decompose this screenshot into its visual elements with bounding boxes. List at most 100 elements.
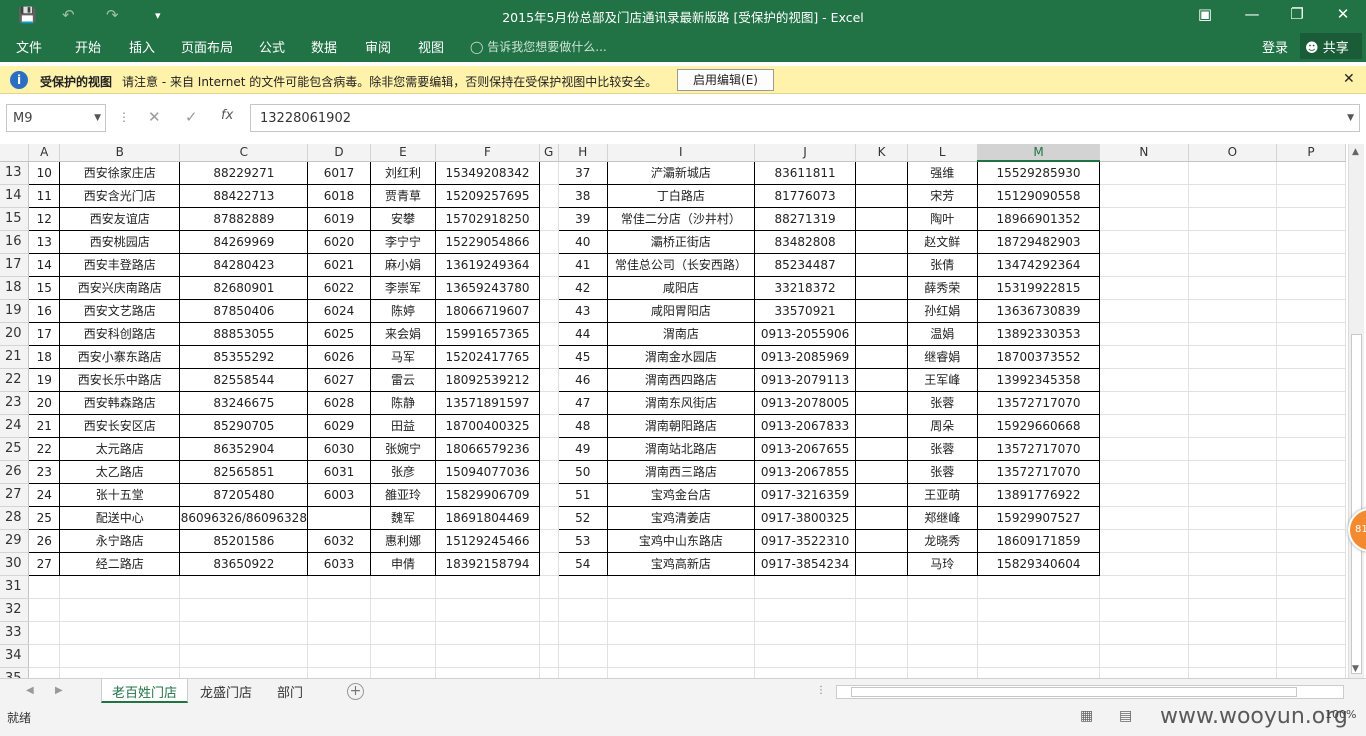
tab-page-layout[interactable]: 页面布局 xyxy=(181,37,233,56)
row-header[interactable]: 29 xyxy=(0,529,30,553)
cell-o33[interactable] xyxy=(1188,621,1278,645)
cell-f26[interactable]: 15094077036 xyxy=(435,459,540,484)
cell-g34[interactable] xyxy=(539,644,559,668)
expand-formula-icon[interactable]: ▼ xyxy=(1347,113,1354,123)
cell-j16[interactable]: 83482808 xyxy=(753,229,857,254)
cell-b30[interactable]: 经二路店 xyxy=(59,551,181,576)
column-header-o[interactable]: O xyxy=(1188,144,1278,162)
cell-j19[interactable]: 33570921 xyxy=(753,298,857,323)
cell-l25[interactable]: 张蓉 xyxy=(906,436,978,461)
cell-o20[interactable] xyxy=(1188,322,1278,346)
cell-g17[interactable] xyxy=(539,253,559,277)
cell-o31[interactable] xyxy=(1188,575,1278,599)
cell-i16[interactable]: 灞桥正街店 xyxy=(606,229,755,254)
cell-i14[interactable]: 丁白路店 xyxy=(606,183,755,208)
cell-e20[interactable]: 来会娟 xyxy=(369,321,437,346)
column-header-l[interactable]: L xyxy=(907,144,978,162)
cell-j17[interactable]: 85234487 xyxy=(753,252,857,277)
row-header[interactable]: 33 xyxy=(0,621,30,645)
row-header[interactable]: 13 xyxy=(0,161,30,185)
cell-e29[interactable]: 惠利娜 xyxy=(369,528,437,553)
tell-me-box[interactable]: ◯ 告诉我您想要做什么... xyxy=(470,38,607,55)
cell-n32[interactable] xyxy=(1099,598,1189,622)
cell-p33[interactable] xyxy=(1276,621,1346,645)
vertical-scroll-thumb[interactable] xyxy=(1351,334,1362,674)
cell-c13[interactable]: 88229271 xyxy=(179,160,309,185)
cell-a19[interactable]: 16 xyxy=(28,298,61,323)
cell-f19[interactable]: 18066719607 xyxy=(435,298,540,323)
cell-d25[interactable]: 6030 xyxy=(307,436,371,461)
cell-g15[interactable] xyxy=(539,207,559,231)
cell-k18[interactable] xyxy=(855,275,908,300)
prev-sheet-icon[interactable]: ◀ xyxy=(26,685,34,696)
cell-g32[interactable] xyxy=(539,598,559,622)
cell-a22[interactable]: 19 xyxy=(28,367,61,392)
cell-a35[interactable] xyxy=(28,667,61,678)
cell-c15[interactable]: 87882889 xyxy=(179,206,309,231)
cell-h30[interactable]: 54 xyxy=(557,551,608,576)
cell-i17[interactable]: 常佳总公司（长安西路） xyxy=(606,252,755,277)
cell-d29[interactable]: 6032 xyxy=(307,528,371,553)
cell-l26[interactable]: 张蓉 xyxy=(906,459,978,484)
cell-o27[interactable] xyxy=(1188,483,1278,507)
cell-i24[interactable]: 渭南朝阳路店 xyxy=(606,413,755,438)
cell-c16[interactable]: 84269969 xyxy=(179,229,309,254)
cell-d19[interactable]: 6024 xyxy=(307,298,371,323)
cell-c34[interactable] xyxy=(179,644,309,668)
column-header-d[interactable]: D xyxy=(307,144,371,162)
cell-d13[interactable]: 6017 xyxy=(307,160,371,185)
cell-m22[interactable]: 13992345358 xyxy=(976,367,1101,392)
cell-i21[interactable]: 渭南金水园店 xyxy=(606,344,755,369)
cell-n28[interactable] xyxy=(1099,506,1189,530)
cell-b13[interactable]: 西安徐家庄店 xyxy=(59,160,181,185)
ribbon-display-icon[interactable]: ▣ xyxy=(1185,5,1225,23)
cell-p21[interactable] xyxy=(1276,345,1346,369)
cell-c26[interactable]: 82565851 xyxy=(179,459,309,484)
cell-a20[interactable]: 17 xyxy=(28,321,61,346)
cell-d32[interactable] xyxy=(307,598,371,622)
cell-a23[interactable]: 20 xyxy=(28,390,61,415)
cell-p13[interactable] xyxy=(1276,161,1346,185)
cell-g20[interactable] xyxy=(539,322,559,346)
column-header-i[interactable]: I xyxy=(607,144,755,162)
tab-review[interactable]: 审阅 xyxy=(365,37,391,56)
cell-c25[interactable]: 86352904 xyxy=(179,436,309,461)
cell-a14[interactable]: 11 xyxy=(28,183,61,208)
cell-p19[interactable] xyxy=(1276,299,1346,323)
cell-j13[interactable]: 83611811 xyxy=(753,160,857,185)
cell-h24[interactable]: 48 xyxy=(557,413,608,438)
cell-a28[interactable]: 25 xyxy=(28,505,61,530)
row-header[interactable]: 25 xyxy=(0,437,30,461)
cell-n23[interactable] xyxy=(1099,391,1189,415)
column-header-h[interactable]: H xyxy=(558,144,608,162)
cell-h34[interactable] xyxy=(558,644,608,668)
cell-d17[interactable]: 6021 xyxy=(307,252,371,277)
cell-i25[interactable]: 渭南站北路店 xyxy=(606,436,755,461)
cell-e30[interactable]: 申倩 xyxy=(369,551,437,576)
row-header[interactable]: 32 xyxy=(0,598,30,622)
cell-j28[interactable]: 0917-3800325 xyxy=(753,505,857,530)
cell-k35[interactable] xyxy=(855,667,908,678)
cell-n15[interactable] xyxy=(1099,207,1189,231)
cell-j29[interactable]: 0917-3522310 xyxy=(753,528,857,553)
cell-l18[interactable]: 薛秀荣 xyxy=(906,275,978,300)
cell-p14[interactable] xyxy=(1276,184,1346,208)
cell-i30[interactable]: 宝鸡高新店 xyxy=(606,551,755,576)
cell-f31[interactable] xyxy=(435,575,540,599)
cell-l23[interactable]: 张蓉 xyxy=(906,390,978,415)
cell-e19[interactable]: 陈婷 xyxy=(369,298,437,323)
tab-split-grip-icon[interactable]: ⋮ xyxy=(816,685,826,696)
cell-p18[interactable] xyxy=(1276,276,1346,300)
cell-h35[interactable] xyxy=(558,667,608,678)
cell-d23[interactable]: 6028 xyxy=(307,390,371,415)
cell-e32[interactable] xyxy=(370,598,437,622)
cell-n14[interactable] xyxy=(1099,184,1189,208)
cell-c32[interactable] xyxy=(179,598,309,622)
cell-l34[interactable] xyxy=(907,644,978,668)
cell-o23[interactable] xyxy=(1188,391,1278,415)
cell-d20[interactable]: 6025 xyxy=(307,321,371,346)
cell-m19[interactable]: 13636730839 xyxy=(976,298,1101,323)
cell-b15[interactable]: 西安友谊店 xyxy=(59,206,181,231)
cell-g30[interactable] xyxy=(539,552,559,576)
cell-c19[interactable]: 87850406 xyxy=(179,298,309,323)
